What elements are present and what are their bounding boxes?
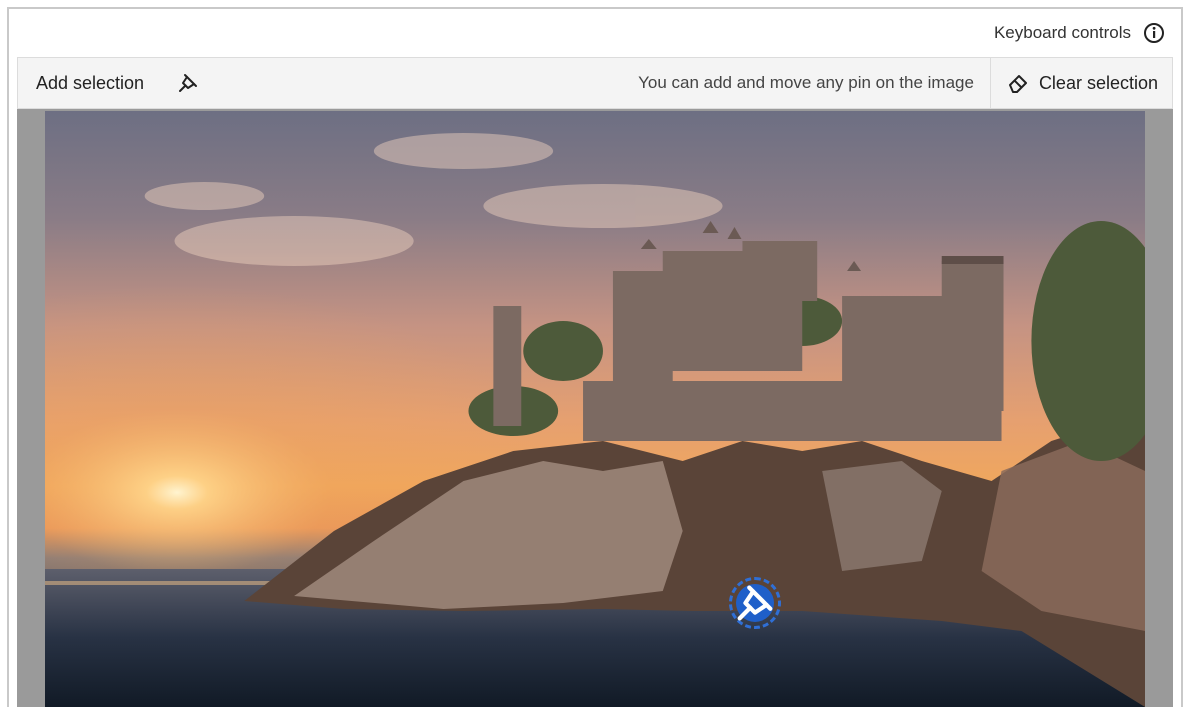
keyboard-controls-label[interactable]: Keyboard controls: [994, 23, 1131, 43]
eraser-icon: [1008, 75, 1027, 93]
clear-selection-label: Clear selection: [1038, 72, 1158, 93]
add-selection-button[interactable]: Add selection: [18, 58, 200, 108]
castle-scene-image: [45, 111, 1145, 707]
clear-selection-button[interactable]: Clear selection: [991, 58, 1172, 108]
add-selection-label: Add selection: [36, 72, 145, 93]
image-canvas[interactable]: [17, 109, 1173, 707]
pin-icon: [737, 585, 773, 621]
pin-marker-inner: [736, 584, 774, 622]
toolbar: Add selection You can add and move any p…: [17, 57, 1173, 109]
info-icon[interactable]: [1143, 22, 1165, 44]
hint-text: You can add and move any pin on the imag…: [638, 73, 974, 92]
image-pin-widget: Keyboard controls Add selection You can …: [7, 7, 1183, 707]
landscape-photo[interactable]: [45, 111, 1145, 707]
image-pin-marker[interactable]: [729, 577, 781, 629]
keyboard-controls-row: Keyboard controls: [9, 9, 1181, 57]
pin-icon: [179, 74, 198, 92]
